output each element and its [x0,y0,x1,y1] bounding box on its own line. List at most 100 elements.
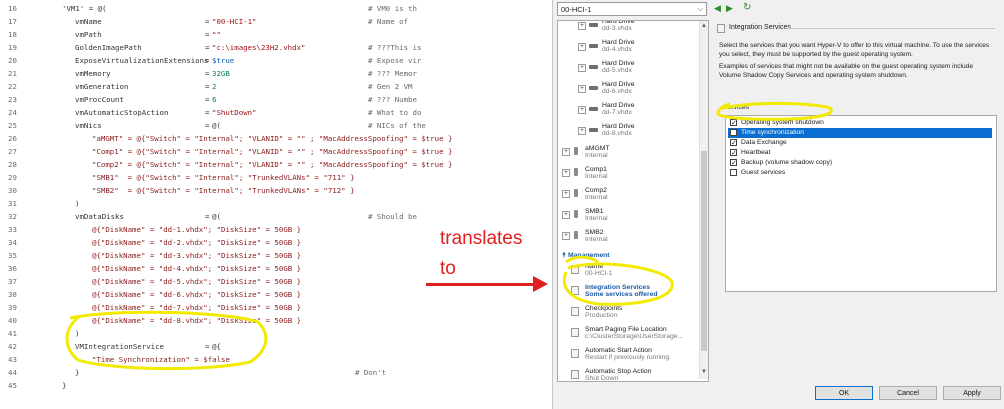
service-checkbox[interactable]: ✓ [730,159,737,167]
tree-item-management[interactable]: Smart Paging File Location c:\ClusterStor… [585,326,683,340]
vm-selector[interactable]: 00-HCI-1 ⌵ [557,2,707,16]
network-adapter-icon [574,147,578,155]
tree-item-sublabel: c:\ClusterStorage\UserStorage... [585,333,684,340]
tree-item-sublabel: Restart if previously running [585,354,670,361]
tree-scrollbar[interactable]: ▲ ▼ [699,21,708,379]
hard-drive-icon [589,65,598,69]
tree-item-management[interactable]: Integration Services Some services offere… [585,284,658,298]
expand-icon[interactable]: + [578,127,586,135]
tree-item-label: Hard Drive [602,102,635,109]
cancel-button[interactable]: Cancel [879,386,937,400]
service-item[interactable]: ✓ Operating system shutdown [728,118,992,128]
tree-item-sublabel: Production [585,312,618,319]
tree-item-label: Comp2 [585,187,607,194]
tree-item-label: SMB2 [585,229,604,236]
tree-item-management[interactable]: Automatic Start Action Restart if previou… [585,347,669,361]
expand-icon[interactable]: + [578,106,586,114]
annotation-translates: translates [440,228,523,249]
settings-item-icon [571,286,579,295]
service-item[interactable]: ✓ Heartbeat [728,148,992,158]
tree-item-sublabel: Internal [585,215,608,222]
service-checkbox[interactable]: ✓ [730,139,737,147]
tree-item-management[interactable]: Name 00-HCI-1 [585,263,613,277]
tree-item-label: Hard Drive [602,123,635,130]
tree-item-label: Checkpoints [585,305,623,312]
hard-drive-icon [589,86,598,90]
tree-item-sublabel: dd-3.vhdx [602,25,632,32]
scrollbar-thumb[interactable] [701,151,707,351]
services-label: Services [723,104,750,111]
integration-services-panel: Integration Services Select the services… [713,20,999,380]
annotation-to: to [440,258,456,279]
management-label: Management [567,252,610,259]
service-label: Guest services [741,169,786,176]
tree-item-label: Hard Drive [602,60,635,67]
panel-divider [787,28,995,29]
service-label: Operating system shutdown [741,119,824,126]
service-label: Heartbeat [741,149,771,156]
tree-item-hard-drive[interactable]: Hard Drive dd-5.vhdx [602,60,634,74]
tree-item-sublabel: dd-4.vhdx [602,46,632,53]
service-item[interactable]: Time synchronization [728,128,992,138]
expand-icon[interactable]: + [562,211,570,219]
expand-icon[interactable]: + [562,232,570,240]
hard-drive-icon [589,44,598,48]
service-item[interactable]: ✓ Data Exchange [728,138,992,148]
tree-item-nic[interactable]: aMGMT Internal [585,145,610,159]
tree-item-hard-drive[interactable]: Hard Drive dd-8.vhdx [602,123,634,137]
panel-title: Integration Services [729,24,791,31]
tree-item-management[interactable]: Checkpoints Production [585,305,622,319]
expand-icon[interactable]: + [562,169,570,177]
tree-item-label: SMB1 [585,208,604,215]
hard-drive-icon [589,128,598,132]
service-checkbox[interactable]: ✓ [730,119,737,127]
back-icon[interactable]: ◀ [714,3,721,14]
tree-item-nic[interactable]: Comp1 Internal [585,166,608,180]
expand-icon[interactable]: + [578,64,586,72]
service-checkbox[interactable] [730,129,737,136]
tree-item-label: Hard Drive [602,39,635,46]
refresh-icon[interactable]: ↻ [743,2,751,13]
panel-description-2: Examples of services that might not be a… [719,63,974,79]
tree-item-nic[interactable]: SMB1 Internal [585,208,608,222]
service-checkbox[interactable]: ✓ [730,149,737,157]
expand-icon[interactable]: + [562,148,570,156]
forward-icon[interactable]: ▶ [726,3,733,14]
tree-item-management[interactable]: Automatic Stop Action Shut Down [585,368,652,381]
tree-item-sublabel: Some services offered [585,291,658,298]
management-header: ⯭ Management [562,252,610,260]
tree-item-label: Automatic Start Action [585,347,652,354]
tree-item-hard-drive[interactable]: Hard Drive dd-6.vhdx [602,81,634,95]
tree-item-hard-drive[interactable]: Hard Drive dd-3.vhdx [602,21,634,32]
scroll-up-icon[interactable]: ▲ [701,23,707,29]
tree-item-nic[interactable]: Comp2 Internal [585,187,608,201]
network-adapter-icon [574,231,578,239]
expand-icon[interactable]: + [562,190,570,198]
tree-item-label: Smart Paging File Location [585,326,667,333]
chevron-down-icon: ⌵ [697,6,703,13]
expand-icon[interactable]: + [578,22,586,30]
tree-item-label: Name [585,263,604,270]
tree-item-sublabel: Internal [585,194,608,201]
settings-item-icon [571,349,579,358]
tree-item-nic[interactable]: SMB2 Internal [585,229,608,243]
tree-item-hard-drive[interactable]: Hard Drive dd-7.vhdx [602,102,634,116]
settings-item-icon [571,307,579,316]
tree-item-hard-drive[interactable]: Hard Drive dd-4.vhdx [602,39,634,53]
service-label: Backup (volume shadow copy) [741,159,833,166]
scroll-down-icon[interactable]: ▼ [701,369,707,375]
apply-button[interactable]: Apply [943,386,1001,400]
ok-button[interactable]: OK [815,386,873,400]
service-item[interactable]: Guest services [728,168,992,178]
service-label: Time synchronization [741,129,804,136]
hard-drive-icon [589,23,598,27]
hard-drive-icon [589,107,598,111]
hardware-tree: ▲ ▼ + Hard Drive dd-3.vhdx + Hard Drive dd-4.… [557,20,709,382]
line-number: 45 [8,381,17,390]
services-list: ✓ Operating system shutdown Time synchroni… [725,115,997,292]
service-item[interactable]: ✓ Backup (volume shadow copy) [728,158,992,168]
expand-icon[interactable]: + [578,85,586,93]
expand-icon[interactable]: + [578,43,586,51]
service-checkbox[interactable] [730,169,737,176]
arrow-line [426,283,536,286]
